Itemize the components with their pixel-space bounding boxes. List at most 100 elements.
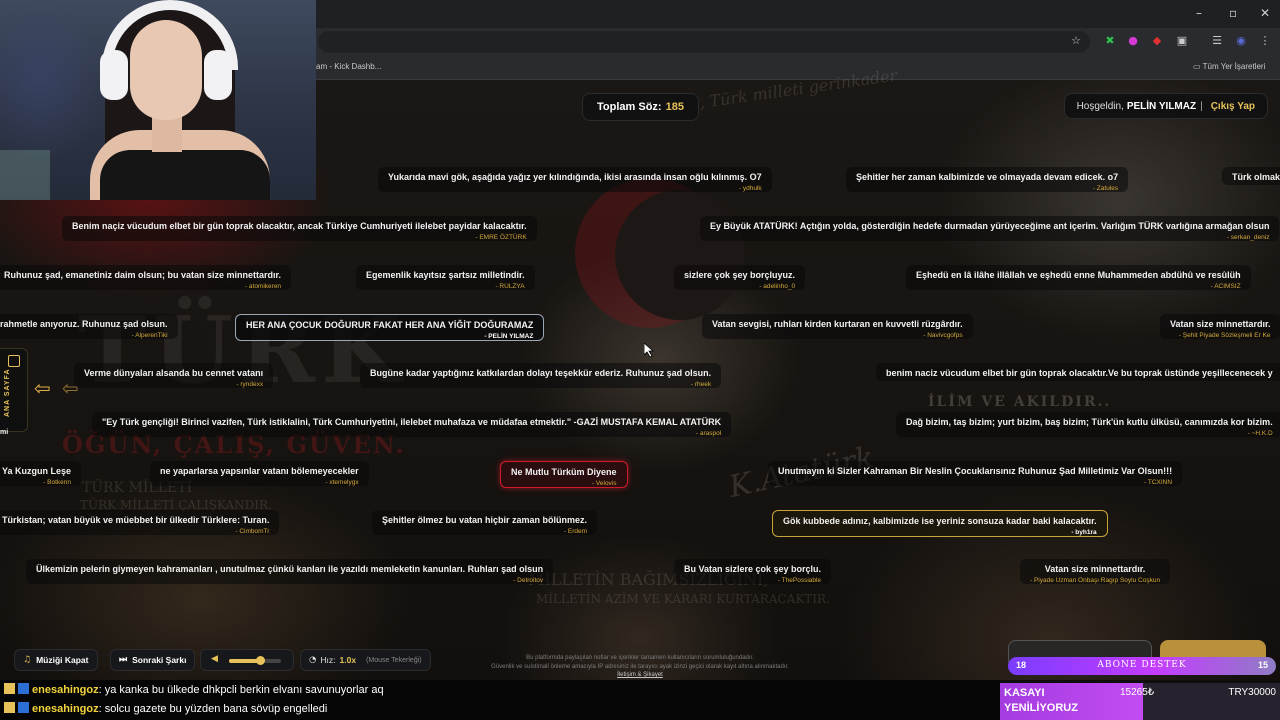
sub-goal-label: ABONE DESTEK <box>1097 660 1187 670</box>
quote-card[interactable]: Şehitler her zaman kalbimizde ve olmayad… <box>846 167 1129 192</box>
webcam-top <box>100 150 270 200</box>
quote-author: - Erdem <box>563 528 588 535</box>
total-quotes-counter: Toplam Söz: 185 <box>582 93 699 121</box>
quote-author: - atomikeren <box>244 283 282 290</box>
quote-text: ne yaparlarsa yapsınlar vatanı bölemeyec… <box>160 466 359 476</box>
quote-text: Ne Mutlu Türküm Diyene <box>511 467 617 477</box>
minimize-icon[interactable]: – <box>1196 6 1202 20</box>
bg-azim-text: MİLLETİN AZİM VE KARARI KURTARACAKTIR. <box>536 592 830 606</box>
music-off-button[interactable]: ♫ Müziği Kapat <box>14 649 98 671</box>
quote-author: - Botkenn <box>43 479 72 486</box>
logout-button[interactable]: Çıkış Yap <box>1211 101 1255 112</box>
quote-card[interactable]: ne yaparlarsa yapsınlar vatanı bölemeyec… <box>150 461 369 486</box>
address-bar[interactable] <box>318 31 1090 53</box>
quote-author: - serkan_deniz <box>1226 234 1270 241</box>
quote-card[interactable]: "Ey Türk gençliği! Birinci vazifen, Türk… <box>92 412 732 437</box>
quote-text: rahmetle anıyoruz. Ruhunuz şad olsun. <box>0 319 168 329</box>
quote-card[interactable]: Vatan sevgisi, ruhları kirden kurtaran e… <box>702 314 973 339</box>
contact-complaint-link[interactable]: İletişim & Şikayet <box>470 671 810 680</box>
quote-card[interactable]: Yukarıda mavi gök, aşağıda yağız yer kıl… <box>378 167 772 192</box>
all-bookmarks-folder[interactable]: ▭ Tüm Yer İşaretleri <box>1193 62 1265 71</box>
quote-author: - Navivcgofps <box>923 332 963 339</box>
quote-author: - ydhulk <box>738 185 762 192</box>
chat-text: : ya kanka bu ülkede dhkpcli berkin elva… <box>98 684 384 696</box>
quote-card[interactable]: Türk olmak <box>1222 167 1280 185</box>
media-controls-icon[interactable]: ☰ <box>1210 34 1224 48</box>
quote-card-highlighted-own[interactable]: HER ANA ÇOCUK DOĞURUR FAKAT HER ANA YİĞİ… <box>235 314 545 341</box>
quote-card-highlighted-red[interactable]: Ne Mutlu Türküm Diyene - Velovis <box>500 461 628 488</box>
quote-author: - Şehit Piyade Sözleşmeli Er Ke <box>1178 332 1271 339</box>
bookmark-kick-dashboard[interactable]: am - Kick Dashb... <box>316 62 381 71</box>
quote-card[interactable]: Ruhunuz şad, emanetiniz daim olsun; bu v… <box>0 265 292 290</box>
quote-author: - AlperenTiki <box>131 332 168 339</box>
volume-knob[interactable] <box>256 656 266 665</box>
quote-author: - adelinho_0 <box>759 283 796 290</box>
extension-red-icon[interactable]: ◆ <box>1150 34 1164 48</box>
volume-icon[interactable]: ◀ <box>211 654 218 664</box>
quote-text: mi <box>0 429 9 436</box>
headphones-right <box>204 50 232 100</box>
home-side-tab[interactable]: ANA SAYFA <box>0 348 28 432</box>
quote-text: sizlere çok şey borçluyuz. <box>684 270 796 280</box>
quote-card[interactable]: Eşhedü en lâ ilâhe illâllah ve eşhedü en… <box>906 265 1251 290</box>
star-icon[interactable]: ☆ <box>1069 34 1083 48</box>
extensions-puzzle-icon[interactable]: ▣ <box>1175 34 1189 48</box>
quote-author: - Piyade Uzman Onbaşı Ragıp Soylu Coşkun <box>1030 577 1161 584</box>
quote-text: Bu Vatan sizlere çok şey borçlu. <box>684 564 822 574</box>
speed-control[interactable]: ◔ Hız: 1.0x (Mouse Tekerleği) <box>300 649 431 671</box>
profile-avatar-icon[interactable]: ◉ <box>1234 34 1248 48</box>
quote-card[interactable]: Bu Vatan sizlere çok şey borçlu. - ThePos… <box>674 559 832 584</box>
quote-author: - EMRE ÖZTÜRK <box>475 234 527 241</box>
quote-author: - ACIMSIZ <box>1210 283 1241 290</box>
cursor-arrow-svg <box>644 343 654 357</box>
maximize-icon[interactable]: ▫ <box>1229 6 1237 20</box>
streamer-webcam <box>0 0 316 200</box>
close-icon[interactable]: ✕ <box>1260 6 1270 20</box>
quote-card[interactable]: Ülkemizin pelerin giymeyen kahramanları … <box>26 559 554 584</box>
volume-slider[interactable] <box>229 656 281 665</box>
quote-author: - ThePossiable <box>777 577 822 584</box>
quote-card[interactable]: Şehitler ölmez bu vatan hiçbir zaman böl… <box>372 510 598 535</box>
speed-hint: (Mouse Tekerleği) <box>366 656 422 664</box>
quote-text: Benim naçiz vücudum elbet bir gün toprak… <box>72 221 527 231</box>
sub-goal-bar: 18 ABONE DESTEK 15 <box>1008 657 1276 675</box>
quote-card[interactable]: Türkistan; vatan büyük ve müebbet bir ül… <box>0 510 280 535</box>
chat-badge-icon <box>4 683 15 694</box>
all-bookmarks-label: Tüm Yer İşaretleri <box>1202 62 1266 71</box>
quote-card[interactable]: rahmetle anıyoruz. Ruhunuz şad olsun. - A… <box>0 314 178 339</box>
quote-card[interactable]: Dağ bizim, taş bizim; yurt bizim, baş bi… <box>896 412 1280 437</box>
quote-card[interactable]: Vatan size minnettardır. - Şehit Piyade S… <box>1160 314 1280 339</box>
folder-icon: ▭ <box>1193 62 1203 71</box>
extension-pink-icon[interactable]: ● <box>1126 34 1140 48</box>
bg-ilim-text: İLİM VE AKILDIR.. <box>928 394 1112 410</box>
sub-goal-right: 15 <box>1257 660 1268 670</box>
quote-card[interactable]: mi <box>0 424 18 439</box>
quote-text: "Ey Türk gençliği! Birinci vazifen, Türk… <box>102 417 722 427</box>
quote-card[interactable]: Ey Büyük ATATÜRK! Açtığın yolda, gösterd… <box>700 216 1280 241</box>
quote-card[interactable]: Vatan size minnettardır. - Piyade Uzman O… <box>1020 559 1171 584</box>
browser-menu-icon[interactable]: ⋮ <box>1258 34 1272 48</box>
quote-author: - ryndexx <box>236 381 264 388</box>
quote-card[interactable]: Benim naçiz vücudum elbet bir gün toprak… <box>62 216 537 241</box>
quote-text: Ey Büyük ATATÜRK! Açtığın yolda, gösterd… <box>710 221 1270 231</box>
quote-text: Vatan size minnettardır. <box>1044 564 1146 574</box>
counter-label: Toplam Söz: <box>597 101 662 113</box>
quote-author: - CimbomTr <box>235 528 270 535</box>
quote-card[interactable]: sizlere çok şey borçluyuz. - adelinho_0 <box>674 265 806 290</box>
quote-author: - PELİN YILMAZ <box>484 333 534 340</box>
quote-author: - ~H.K.D <box>1247 430 1273 437</box>
music-icon: ♫ <box>23 655 32 665</box>
quote-card[interactable]: Ya Kuzgun Leşe - Botkenn <box>0 461 82 486</box>
quote-card[interactable]: Verme dünyaları alsanda bu cennet vatanı… <box>74 363 274 388</box>
extension-green-icon[interactable]: ✖ <box>1103 34 1117 48</box>
quote-text: Türkistan; vatan büyük ve müebbet bir ül… <box>2 515 270 525</box>
arrow-left-icon[interactable]: ⇦ <box>34 376 51 400</box>
next-song-button[interactable]: ⏭ Sonraki Şarkı <box>110 649 196 671</box>
donation-goal-widget: KASAYI YENİLİYORUZ 15265₺ TRY30000 <box>1000 683 1280 720</box>
quote-card[interactable]: Bugüne kadar yaptığınız katkılardan dola… <box>360 363 722 388</box>
quote-card[interactable]: Unutmayın ki Sizler Kahraman Bir Neslin … <box>768 461 1183 486</box>
quote-card[interactable]: Egemenlik kayıtsız şartsız milletindir. -… <box>356 265 535 290</box>
quote-card-highlighted-gold[interactable]: Gök kubbede adınız, kalbimizde ise yerin… <box>772 510 1108 537</box>
disclaimer: Bu platformda paylaşılan notlar ve içeri… <box>470 654 810 680</box>
quote-card[interactable]: benim naciz vücudum elbet bir gün toprak… <box>876 363 1280 381</box>
